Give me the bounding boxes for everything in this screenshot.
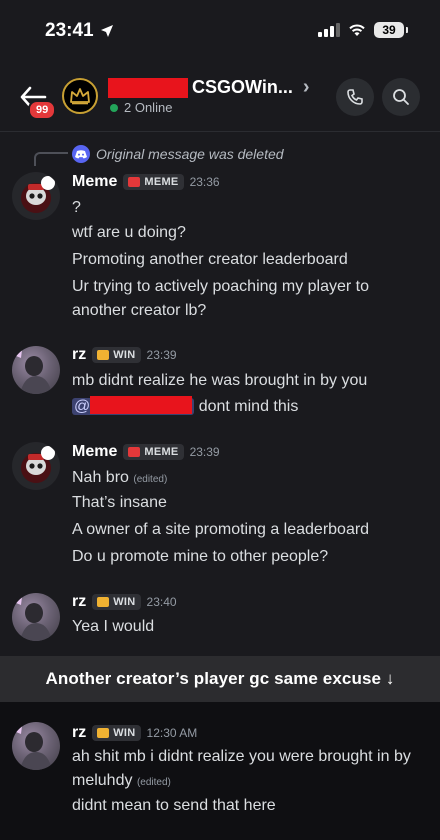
message-text: wtf are u doing? bbox=[72, 224, 186, 241]
message-text: Yea I would bbox=[72, 618, 155, 635]
tag-label: MEME bbox=[144, 176, 179, 188]
tag-label: WIN bbox=[113, 349, 136, 361]
message-text: A owner of a site promoting a leaderboar… bbox=[72, 521, 370, 538]
timestamp: 23:36 bbox=[189, 175, 220, 189]
battery-level: 39 bbox=[382, 23, 396, 37]
chevron-right-icon: › bbox=[302, 76, 310, 98]
second-screenshot-area bbox=[0, 702, 440, 840]
timestamp: 12:30 AM bbox=[146, 726, 198, 740]
server-tag[interactable]: WIN bbox=[92, 594, 141, 610]
message-text: didnt mean to send that here bbox=[72, 797, 276, 814]
server-tag[interactable]: WIN bbox=[92, 725, 141, 741]
edited-label: (edited) bbox=[133, 474, 168, 485]
message-text-content: meluhdy bbox=[72, 772, 133, 789]
message-text: meluhdy (edited) bbox=[72, 770, 171, 794]
avatar[interactable] bbox=[12, 722, 60, 770]
win-tag-icon bbox=[97, 728, 110, 738]
username[interactable]: rz bbox=[72, 724, 86, 742]
message-text: Promoting another creator leaderboard bbox=[72, 251, 348, 268]
wifi-icon bbox=[349, 24, 365, 36]
username[interactable]: rz bbox=[72, 593, 86, 611]
discord-icon bbox=[72, 145, 90, 163]
message-text: another creator lb? bbox=[72, 302, 207, 319]
tag-label: WIN bbox=[113, 596, 136, 608]
message-text: ah shit mb i didnt realize you were brou… bbox=[72, 748, 411, 765]
status-time: 23:41 bbox=[45, 20, 114, 42]
message-text: Ur trying to actively poaching my player… bbox=[72, 278, 370, 295]
win-tag-icon bbox=[97, 597, 110, 607]
channel-name: CSGOWin... bbox=[192, 77, 293, 97]
message-text-suffix: dont mind this bbox=[198, 398, 299, 415]
redaction-bar bbox=[108, 77, 188, 98]
skull-avatar-icon bbox=[21, 176, 55, 213]
redaction-bar bbox=[90, 396, 193, 414]
user-avatar-icon bbox=[16, 726, 52, 770]
mention-prefix: @ bbox=[74, 398, 91, 415]
avatar[interactable] bbox=[12, 172, 60, 220]
message-text: ? bbox=[72, 199, 81, 216]
reply-preview[interactable]: Original message was deleted bbox=[72, 145, 284, 163]
username[interactable]: Meme bbox=[72, 443, 117, 461]
win-tag-icon bbox=[97, 350, 110, 360]
group-avatar[interactable] bbox=[62, 78, 98, 114]
status-bar: 23:41 39 bbox=[0, 0, 440, 62]
server-tag[interactable]: MEME bbox=[123, 444, 184, 460]
message-header: rz WIN 23:40 bbox=[72, 593, 177, 611]
message-header: rz WIN 23:39 bbox=[72, 346, 177, 364]
tag-label: WIN bbox=[113, 727, 136, 739]
meme-tag-icon bbox=[128, 447, 141, 457]
server-tag[interactable]: WIN bbox=[92, 347, 141, 363]
call-button[interactable] bbox=[336, 78, 374, 116]
message-text: @ dont mind this bbox=[72, 396, 298, 418]
avatar[interactable] bbox=[12, 593, 60, 641]
notification-badge: 99 bbox=[28, 100, 57, 120]
channel-title[interactable]: CSGOWin... › bbox=[108, 76, 310, 99]
edited-label: (edited) bbox=[136, 777, 171, 788]
location-arrow-icon bbox=[100, 25, 113, 37]
skull-avatar-icon bbox=[21, 446, 55, 483]
message-text: Do u promote mine to other people? bbox=[72, 548, 329, 565]
online-dot bbox=[110, 103, 118, 112]
message-text: mb didnt realize he was brought in by yo… bbox=[72, 372, 368, 389]
message-header: Meme MEME 23:39 bbox=[72, 443, 220, 461]
server-tag[interactable]: MEME bbox=[123, 174, 184, 190]
caption-banner: Another creator’s player gc same excuse … bbox=[0, 656, 440, 702]
avatar[interactable] bbox=[12, 346, 60, 394]
tag-label: MEME bbox=[144, 446, 179, 458]
crown-icon bbox=[70, 88, 90, 105]
channel-header: 99 CSGOWin... › 2 Online bbox=[0, 62, 440, 132]
message-text-content: Nah bro bbox=[72, 469, 129, 486]
signal-icon bbox=[318, 23, 340, 37]
message-header: rz WIN 12:30 AM bbox=[72, 724, 197, 742]
username[interactable]: Meme bbox=[72, 173, 117, 191]
message-header: Meme MEME 23:36 bbox=[72, 173, 220, 191]
meme-tag-icon bbox=[128, 177, 141, 187]
timestamp: 23:39 bbox=[189, 445, 220, 459]
user-avatar-icon bbox=[16, 597, 52, 641]
timestamp: 23:40 bbox=[146, 595, 177, 609]
message-text: Nah bro (edited) bbox=[72, 467, 167, 491]
online-count: 2 Online bbox=[124, 100, 173, 115]
user-avatar-icon bbox=[16, 350, 52, 394]
avatar[interactable] bbox=[12, 442, 60, 490]
timestamp: 23:39 bbox=[146, 348, 177, 362]
phone-icon bbox=[347, 89, 363, 105]
search-button[interactable] bbox=[382, 78, 420, 116]
online-status: 2 Online bbox=[110, 100, 172, 115]
message-text: That’s insane bbox=[72, 494, 167, 511]
search-icon bbox=[393, 89, 409, 105]
reply-connector bbox=[34, 152, 68, 166]
username[interactable]: rz bbox=[72, 346, 86, 364]
battery-icon: 39 bbox=[374, 22, 408, 38]
user-mention[interactable]: @ bbox=[72, 396, 195, 415]
reply-text: Original message was deleted bbox=[96, 146, 284, 162]
clock-text: 23:41 bbox=[45, 20, 94, 41]
